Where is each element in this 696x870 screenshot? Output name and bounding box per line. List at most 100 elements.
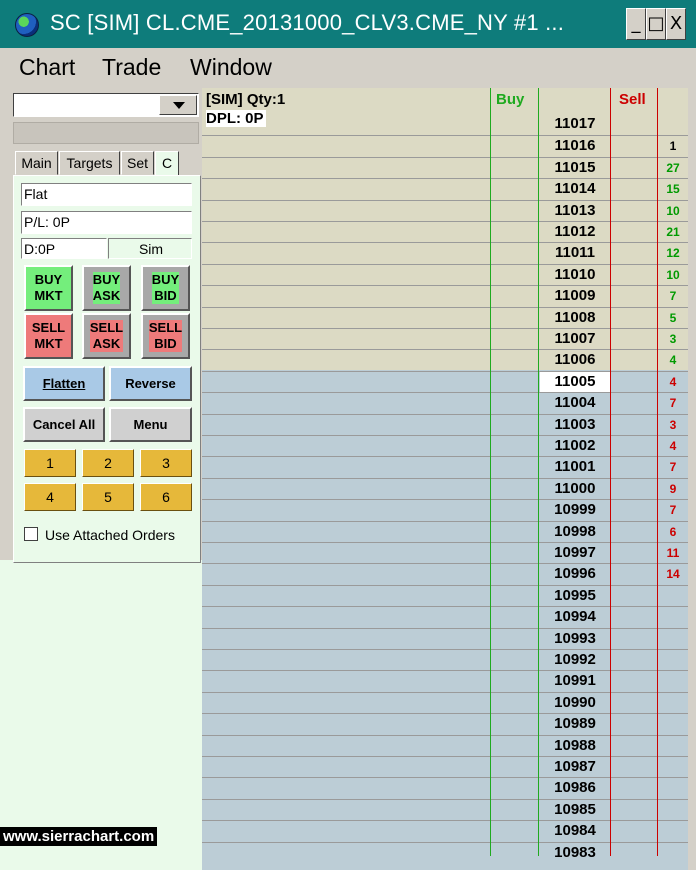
ladder-row[interactable]: 10994 <box>202 606 688 627</box>
ladder-row[interactable]: 11011 12 <box>202 242 688 263</box>
ladder-row[interactable]: 11016 1 <box>202 135 688 156</box>
price-cell[interactable]: 10983 <box>540 843 610 863</box>
flatten-button[interactable]: Flatten <box>23 366 105 401</box>
price-cell[interactable]: 10990 <box>540 693 610 713</box>
ladder-row[interactable]: 10988 <box>202 734 688 756</box>
chevron-down-icon[interactable] <box>159 95 197 115</box>
price-cell[interactable]: 11011 <box>540 243 610 263</box>
price-cell[interactable]: 10992 <box>540 650 610 670</box>
ladder-row[interactable]: 11002 4 <box>202 435 688 456</box>
ladder-row[interactable]: 11007 3 <box>202 328 688 349</box>
ladder-row[interactable]: 11010 10 <box>202 263 688 285</box>
ladder-row[interactable]: 11009 7 <box>202 285 688 306</box>
menu-trade[interactable]: Trade <box>102 54 161 81</box>
title-bar[interactable]: SC [SIM] CL.CME_20131000_CLV3.CME_NY #1 … <box>0 0 696 48</box>
price-cell[interactable]: 11016 <box>540 136 610 156</box>
ladder-row[interactable]: 10995 <box>202 584 688 606</box>
ladder-row[interactable]: 11008 5 <box>202 306 688 328</box>
price-cell[interactable]: 10984 <box>540 821 610 841</box>
ladder-row[interactable]: 10996 14 <box>202 563 688 584</box>
price-cell[interactable]: 10993 <box>540 629 610 649</box>
symbol-combo[interactable] <box>13 93 199 117</box>
price-cell[interactable]: 10997 <box>540 543 610 563</box>
use-attached-orders-checkbox[interactable]: Use Attached Orders <box>24 527 175 543</box>
price-cell[interactable]: 11009 <box>540 286 610 306</box>
ladder-row[interactable]: 11001 7 <box>202 456 688 477</box>
ladder-row[interactable]: 11005 4 <box>202 370 688 392</box>
tab-main[interactable]: Main <box>15 151 58 175</box>
checkbox-icon[interactable] <box>24 527 38 541</box>
price-cell[interactable]: 11013 <box>540 201 610 221</box>
price-cell[interactable]: 11000 <box>540 479 610 499</box>
ladder-row[interactable]: 10984 <box>202 820 688 841</box>
sell-bid-button[interactable]: SELL BID <box>141 313 190 359</box>
tab-targets[interactable]: Targets <box>59 151 120 175</box>
ladder-row[interactable]: 10989 <box>202 713 688 734</box>
price-cell[interactable]: 11010 <box>540 265 610 285</box>
ladder-row[interactable]: 11017 <box>202 114 688 135</box>
price-cell[interactable]: 11015 <box>540 158 610 178</box>
price-cell[interactable]: 11014 <box>540 179 610 199</box>
ladder-row[interactable]: 10991 <box>202 670 688 691</box>
ladder-row[interactable]: 10983 <box>202 841 688 863</box>
price-cell[interactable]: 11006 <box>540 350 610 370</box>
price-cell[interactable]: 10985 <box>540 800 610 820</box>
menu-chart[interactable]: Chart <box>19 54 75 81</box>
menu-button[interactable]: Menu <box>109 407 192 442</box>
sell-market-button[interactable]: SELL MKT <box>24 313 73 359</box>
ladder-row[interactable]: 10999 7 <box>202 499 688 520</box>
reverse-button[interactable]: Reverse <box>109 366 192 401</box>
ladder-row[interactable]: 10997 11 <box>202 542 688 563</box>
sell-ask-button[interactable]: SELL ASK <box>82 313 131 359</box>
price-cell[interactable]: 11012 <box>540 222 610 242</box>
price-cell[interactable]: 11007 <box>540 329 610 349</box>
ladder-row[interactable]: 11006 4 <box>202 349 688 370</box>
price-cell[interactable]: 11003 <box>540 415 610 435</box>
quantity-4-button[interactable]: 4 <box>24 483 76 511</box>
quantity-5-button[interactable]: 5 <box>82 483 134 511</box>
ladder-row[interactable]: 10998 6 <box>202 520 688 542</box>
quantity-1-button[interactable]: 1 <box>24 449 76 477</box>
price-cell[interactable]: 11002 <box>540 436 610 456</box>
ladder-row[interactable]: 11004 7 <box>202 392 688 413</box>
price-cell[interactable]: 10987 <box>540 757 610 777</box>
close-button[interactable]: X <box>666 8 686 40</box>
buy-bid-button[interactable]: BUY BID <box>141 265 190 311</box>
maximize-button[interactable]: □ <box>646 8 666 40</box>
price-cell[interactable]: 11004 <box>540 393 610 413</box>
ladder-row[interactable]: 11012 21 <box>202 221 688 242</box>
ladder-row[interactable]: 10986 <box>202 777 688 798</box>
buy-market-button[interactable]: BUY MKT <box>24 265 73 311</box>
price-ladder[interactable]: 11017 11016 1 11015 27 11014 15 11013 10 11012 21 1… <box>202 88 696 870</box>
price-cell[interactable]: 10994 <box>540 607 610 627</box>
quantity-2-button[interactable]: 2 <box>82 449 134 477</box>
minimize-button[interactable]: _ <box>626 8 646 40</box>
price-cell[interactable]: 11008 <box>540 308 610 328</box>
quantity-3-button[interactable]: 3 <box>140 449 192 477</box>
price-cell[interactable]: 11001 <box>540 457 610 477</box>
menu-window[interactable]: Window <box>190 54 272 81</box>
ladder-row[interactable]: 10992 <box>202 649 688 670</box>
tab-set[interactable]: Set <box>121 151 154 175</box>
price-cell[interactable]: 10999 <box>540 500 610 520</box>
price-cell[interactable]: 10995 <box>540 586 610 606</box>
cancel-all-button[interactable]: Cancel All <box>23 407 105 442</box>
price-cell[interactable]: 10988 <box>540 736 610 756</box>
ladder-row[interactable]: 11014 15 <box>202 178 688 199</box>
price-cell[interactable]: 10996 <box>540 564 610 584</box>
price-cell[interactable]: 10998 <box>540 522 610 542</box>
ladder-row[interactable]: 10985 <box>202 798 688 820</box>
ladder-row[interactable]: 11015 27 <box>202 156 688 178</box>
quantity-6-button[interactable]: 6 <box>140 483 192 511</box>
price-cell[interactable]: 11005 <box>540 371 610 392</box>
tab-c[interactable]: C <box>155 151 179 175</box>
ladder-row[interactable]: 10990 <box>202 691 688 713</box>
price-cell[interactable]: 10991 <box>540 671 610 691</box>
price-cell[interactable]: 10989 <box>540 714 610 734</box>
ladder-row[interactable]: 11000 9 <box>202 477 688 499</box>
ladder-row[interactable]: 11003 3 <box>202 413 688 435</box>
ladder-row[interactable]: 10993 <box>202 627 688 649</box>
ladder-row[interactable]: 10987 <box>202 756 688 777</box>
price-cell[interactable]: 10986 <box>540 778 610 798</box>
price-cell[interactable]: 11017 <box>540 114 610 134</box>
